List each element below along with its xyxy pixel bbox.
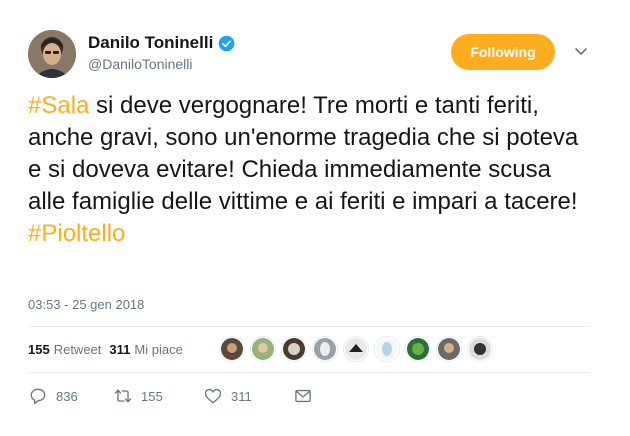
like-label[interactable]: Mi piace xyxy=(134,342,182,357)
engagement-stats: 155 Retweet 311 Mi piace xyxy=(28,342,183,357)
retweet-count-stat[interactable]: 155 xyxy=(28,342,50,357)
liker-avatar[interactable] xyxy=(437,337,461,361)
liker-avatar[interactable] xyxy=(406,337,430,361)
liker-avatar[interactable] xyxy=(282,337,306,361)
direct-message-button[interactable] xyxy=(293,386,321,406)
name-row: Danilo Toninelli xyxy=(88,33,235,53)
like-count-stat[interactable]: 311 xyxy=(109,342,130,357)
divider xyxy=(28,372,590,373)
reply-button[interactable]: 836 xyxy=(28,386,93,406)
tweet-timestamp[interactable]: 03:53 - 25 gen 2018 xyxy=(28,297,144,312)
like-button[interactable]: 311 xyxy=(203,386,273,406)
retweet-button[interactable]: 155 xyxy=(113,386,183,406)
tweet-text: #Sala si deve vergognare! Tre morti e ta… xyxy=(28,90,588,250)
envelope-icon xyxy=(295,389,311,403)
liker-avatars xyxy=(220,337,499,361)
verified-badge-icon xyxy=(219,35,235,51)
liker-avatar[interactable] xyxy=(220,337,244,361)
display-name[interactable]: Danilo Toninelli xyxy=(88,33,213,53)
retweet-icon xyxy=(114,389,132,403)
tweet-card: Danilo Toninelli @DaniloToninelli Follow… xyxy=(0,0,630,436)
like-count: 311 xyxy=(231,388,252,404)
liker-avatar[interactable] xyxy=(251,337,275,361)
liker-avatar[interactable] xyxy=(375,337,399,361)
chevron-down-icon[interactable] xyxy=(573,43,589,59)
tweet-actions: 836 155 311 xyxy=(28,386,341,406)
reply-count: 836 xyxy=(56,388,78,404)
reply-icon xyxy=(30,388,46,405)
liker-avatar[interactable] xyxy=(344,337,368,361)
liker-avatar[interactable] xyxy=(313,337,337,361)
avatar[interactable] xyxy=(28,30,76,78)
user-handle[interactable]: @DaniloToninelli xyxy=(88,56,193,72)
hashtag-link[interactable]: #Pioltello xyxy=(28,220,125,247)
divider xyxy=(28,326,590,327)
retweet-count: 155 xyxy=(141,388,163,404)
liker-avatar[interactable] xyxy=(468,337,492,361)
heart-icon xyxy=(204,388,222,404)
hashtag-link[interactable]: #Sala xyxy=(28,92,89,119)
retweet-label[interactable]: Retweet xyxy=(54,342,102,357)
following-button[interactable]: Following xyxy=(451,34,555,70)
tweet-body: si deve vergognare! Tre morti e tanti fe… xyxy=(28,92,579,215)
